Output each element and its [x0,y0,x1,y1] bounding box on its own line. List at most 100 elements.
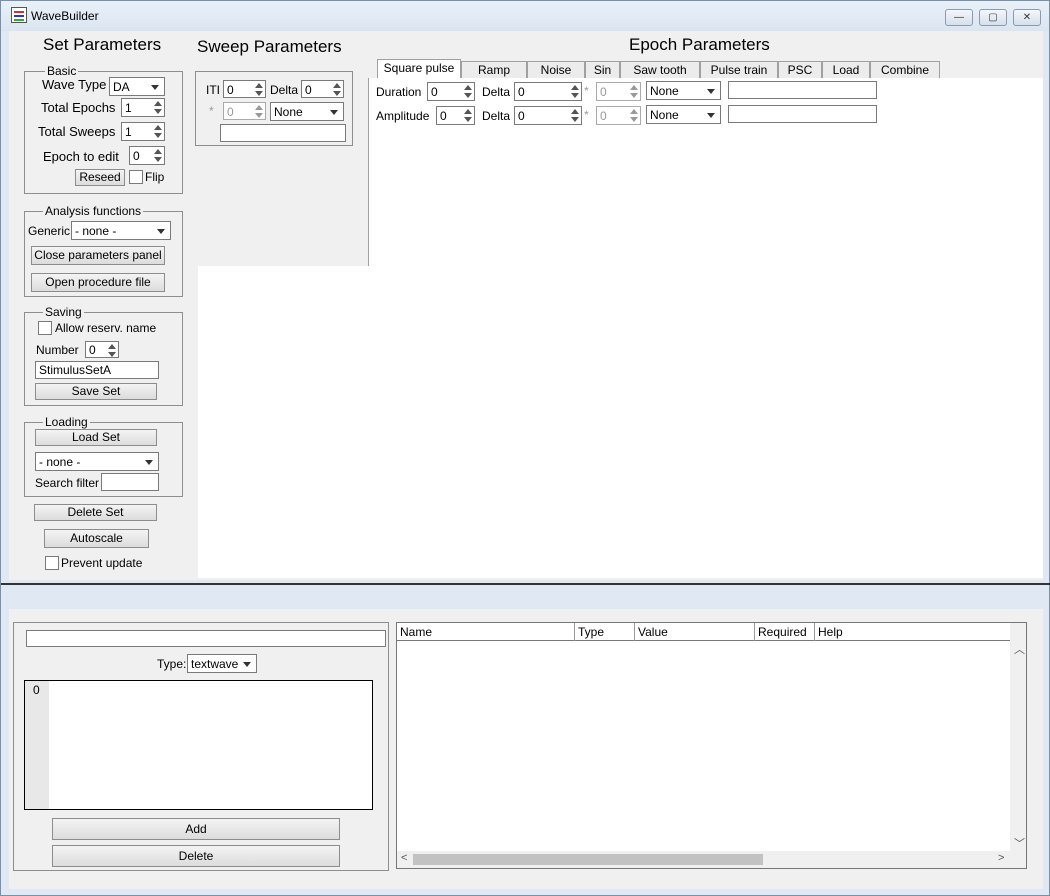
stepper-arrows-icon[interactable] [569,84,580,99]
vertical-scrollbar[interactable]: ︿ ﹀ [1010,623,1026,851]
stepper-arrows-icon[interactable] [253,82,264,97]
duration-stepper[interactable]: 0 [427,82,475,101]
wavebuilder-window: WaveBuilder — ▢ ✕ Set Parameters Sweep P… [0,0,1050,896]
amplitude-delta-label: Delta [482,109,511,123]
column-header-help[interactable]: Help [815,623,1011,641]
epoch-parameters-heading: Epoch Parameters [629,35,770,54]
parameter-value-list[interactable]: 0 [24,680,373,810]
duration-delta-stepper[interactable]: 0 [514,82,582,101]
stepper-arrows-icon[interactable] [462,84,473,99]
maximize-button[interactable]: ▢ [979,9,1007,26]
amplitude-delta-stepper[interactable]: 0 [514,106,582,125]
iti-multiplier-stepper[interactable]: 0 [223,102,266,120]
allow-reserv-name-label: Allow reserv. name [55,321,157,335]
loading-group-title: Loading [43,415,90,429]
save-set-button[interactable]: Save Set [35,383,157,400]
tab-ramp[interactable]: Ramp [461,61,527,79]
open-procedure-file-button[interactable]: Open procedure file [31,273,165,292]
type-select[interactable]: textwave [187,654,257,673]
parameter-name-input[interactable] [26,630,386,647]
saving-group: Saving Allow reserv. name Number 0 Stimu… [24,305,183,406]
delete-button[interactable]: Delete [52,845,340,867]
panel-splitter[interactable] [1,583,1050,585]
column-header-name[interactable]: Name [397,623,575,641]
tab-square-pulse[interactable]: Square pulse [377,59,461,80]
scroll-up-icon[interactable]: ︿ [1014,641,1025,657]
generic-select[interactable]: - none - [71,221,171,240]
parameter-editor-box: Type: textwave 0 Add Delete [13,622,389,871]
add-button[interactable]: Add [52,818,340,840]
tab-saw-tooth[interactable]: Saw tooth [620,61,700,79]
stepper-arrows-icon[interactable] [253,104,264,119]
horizontal-scrollbar[interactable]: < > [397,851,1026,868]
wave-type-select[interactable]: DA [109,77,165,96]
chevron-down-icon [243,662,251,667]
scroll-left-icon[interactable]: < [401,852,407,864]
close-parameters-panel-button[interactable]: Close parameters panel [31,246,165,265]
multiplier-star: * [209,104,214,118]
stepper-arrows-icon[interactable] [152,100,163,115]
loading-group: Loading Load Set - none - Search filter [24,415,183,497]
stepper-arrows-icon[interactable] [331,82,342,97]
load-set-button[interactable]: Load Set [35,429,157,446]
stepper-arrows-icon[interactable] [462,108,473,123]
tab-noise[interactable]: Noise [527,61,585,79]
search-filter-input[interactable] [101,473,159,491]
delete-set-button[interactable]: Delete Set [34,504,157,521]
column-header-required[interactable]: Required [755,623,815,641]
tab-sin[interactable]: Sin [585,61,620,79]
duration-operation-select[interactable]: None [646,81,721,100]
iti-stepper[interactable]: 0 [223,80,266,98]
reseed-button[interactable]: Reseed [75,169,125,186]
prevent-update-checkbox[interactable] [45,556,59,570]
amplitude-multiplier-stepper[interactable]: 0 [596,106,641,125]
wave-graph-area[interactable] [198,266,1043,578]
stepper-arrows-icon[interactable] [569,108,580,123]
amplitude-formula-input[interactable] [728,105,877,123]
duration-multiplier-stepper[interactable]: 0 [596,82,641,101]
number-stepper[interactable]: 0 [85,341,119,358]
scroll-down-icon[interactable]: ﹀ [1014,835,1025,851]
chevron-down-icon [145,460,153,465]
number-value: 0 [89,343,96,357]
stepper-arrows-icon[interactable] [152,124,163,139]
autoscale-button[interactable]: Autoscale [44,529,149,548]
stepper-arrows-icon[interactable] [628,84,639,99]
flip-checkbox[interactable] [129,170,143,184]
load-set-value: - none - [39,455,81,469]
duration-star: * [584,84,589,98]
column-header-type[interactable]: Type [575,623,635,641]
tab-pulse-train[interactable]: Pulse train [700,61,778,79]
iti-operation-select[interactable]: None [270,102,344,121]
tab-combine[interactable]: Combine [870,61,940,79]
window-title: WaveBuilder [31,9,99,23]
stepper-arrows-icon[interactable] [152,148,163,163]
stepper-arrows-icon[interactable] [628,108,639,123]
total-epochs-label: Total Epochs [41,100,116,115]
stepper-arrows-icon[interactable] [106,343,117,357]
allow-reserv-name-checkbox[interactable] [38,321,52,335]
tab-psc[interactable]: PSC [778,61,822,79]
column-header-value[interactable]: Value [635,623,755,641]
close-button[interactable]: ✕ [1013,9,1041,26]
total-epochs-stepper[interactable]: 1 [121,98,165,117]
amplitude-stepper[interactable]: 0 [436,106,475,125]
scroll-right-icon[interactable]: > [998,852,1004,864]
wave-type-value: DA [113,80,130,94]
tab-load[interactable]: Load [822,61,870,79]
load-set-select[interactable]: - none - [35,452,159,471]
lower-panel: Type: textwave 0 Add Delete Name Type Valu… [9,609,1043,889]
analysis-functions-group: Analysis functions Generic - none - Clos… [24,204,183,297]
epoch-to-edit-stepper[interactable]: 0 [129,146,165,165]
list-index-column: 0 [25,681,49,809]
scroll-thumb[interactable] [413,854,763,865]
minimize-button[interactable]: — [945,9,973,26]
iti-formula-input[interactable] [220,124,346,142]
amplitude-operation-select[interactable]: None [646,105,721,124]
set-name-input[interactable]: StimulusSetA [35,361,159,379]
amplitude-operation-value: None [650,108,679,122]
analysis-parameters-table[interactable]: Name Type Value Required Help ︿ ﹀ < > [396,622,1027,869]
iti-delta-stepper[interactable]: 0 [301,80,344,98]
total-sweeps-stepper[interactable]: 1 [121,122,165,141]
duration-formula-input[interactable] [728,81,877,99]
